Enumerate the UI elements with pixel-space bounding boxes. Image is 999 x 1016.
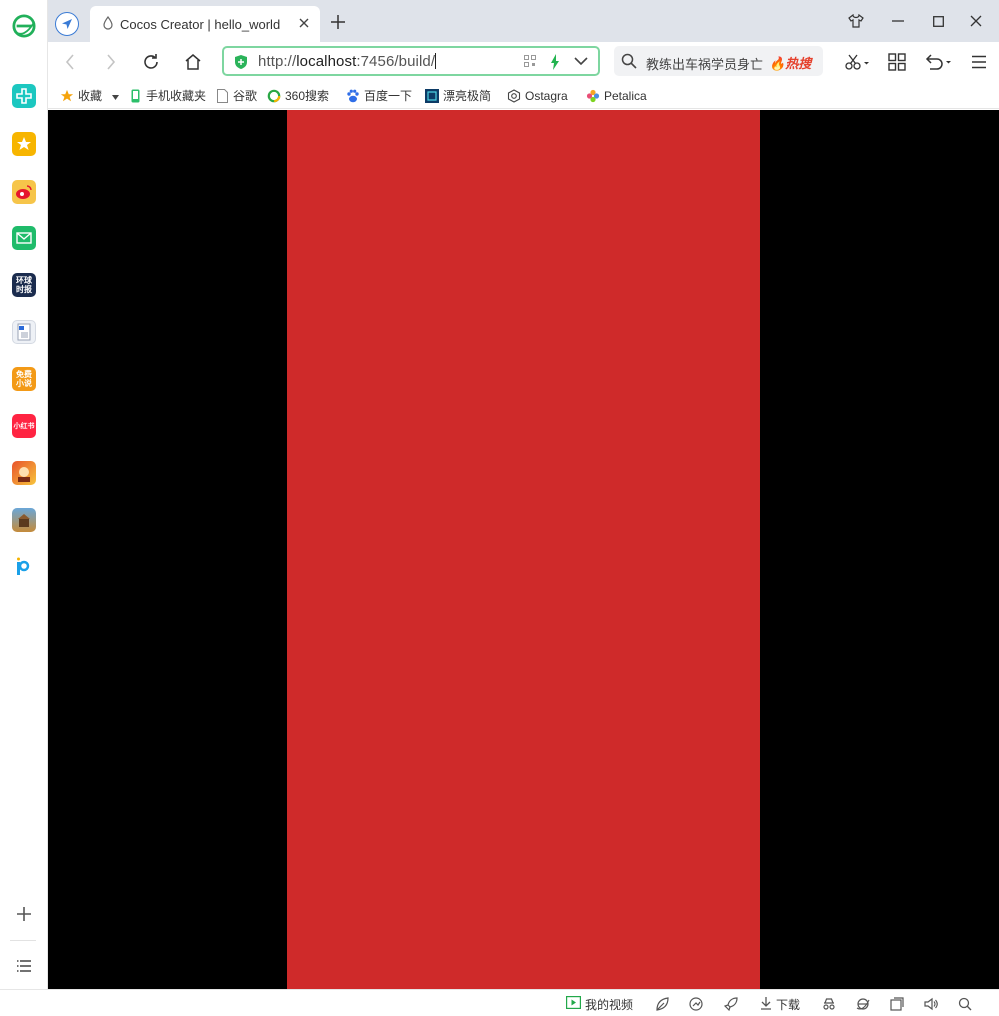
search-suggestion[interactable]: 教练出车祸学员身亡 [646, 54, 763, 73]
camera-icon [507, 88, 521, 103]
bookmark-label: 收藏 [78, 89, 103, 103]
speaker-icon[interactable] [924, 996, 938, 1012]
bookmark-item[interactable]: 谷歌 [215, 87, 257, 104]
download-button[interactable]: 下载 [760, 996, 800, 1012]
flame-icon: 🔥 [769, 56, 786, 71]
bookmark-label: Ostagra [525, 88, 568, 103]
rocket-icon[interactable] [724, 996, 738, 1012]
status-bar: 我的视频 下载 [0, 989, 999, 1016]
url-path: :7456/build/ [356, 53, 436, 70]
address-bar[interactable]: http://localhost:7456/build/ [222, 46, 600, 76]
tab-title: Cocos Creator | hello_world [120, 16, 281, 32]
bookmark-label: 漂亮极简 [443, 89, 492, 103]
bookmark-item[interactable]: 360搜索 [267, 87, 329, 104]
app-icon [425, 88, 439, 103]
side-panel: 环球时报 免费小说 小红书 [0, 0, 48, 989]
favorites-star-icon[interactable] [12, 132, 36, 156]
forward-arrow-icon[interactable] [100, 51, 122, 73]
skin-shirt-icon[interactable] [846, 12, 866, 30]
page-icon [215, 88, 229, 103]
navigation-compass-icon[interactable] [55, 12, 79, 36]
xiaohongshu-label: 小红书 [13, 422, 35, 430]
title-bar: Cocos Creator | hello_world [48, 0, 999, 42]
game-canvas[interactable] [48, 110, 999, 989]
download-icon [760, 996, 772, 1013]
red-panel [287, 110, 760, 989]
bookmark-favorites[interactable]: 收藏 [60, 87, 120, 104]
speed-bolt-icon[interactable] [550, 54, 560, 73]
tab-close-icon[interactable] [296, 15, 312, 31]
health-cross-icon[interactable] [12, 84, 36, 108]
phone-icon [128, 89, 142, 103]
bookmark-label: 360搜索 [285, 89, 330, 103]
word-doc-icon[interactable] [12, 320, 36, 344]
news-app-label: 环球时报 [16, 276, 32, 294]
bookmark-label: Petalica [604, 88, 647, 103]
download-label: 下载 [776, 997, 801, 1012]
mail-icon[interactable] [12, 226, 36, 250]
url-scheme: http:// [258, 53, 297, 70]
flower-icon [586, 89, 600, 103]
bookmark-item[interactable]: 手机收藏夹 [128, 87, 206, 104]
maximize-icon[interactable] [928, 12, 948, 30]
close-window-icon[interactable] [966, 12, 986, 30]
search-icon[interactable] [621, 53, 637, 72]
baidu-paw-icon [346, 89, 360, 103]
xiaohongshu-icon[interactable]: 小红书 [12, 414, 36, 438]
qr-code-icon[interactable] [524, 55, 536, 70]
game-a-icon[interactable] [12, 461, 36, 485]
secure-shield-icon[interactable] [234, 54, 248, 73]
home-icon[interactable] [182, 51, 204, 73]
reload-icon[interactable] [140, 51, 162, 73]
bookmark-item[interactable]: Ostagra [507, 87, 568, 104]
url-host: localhost [296, 53, 357, 70]
app-grid-icon[interactable] [886, 51, 908, 73]
address-url[interactable]: http://localhost:7456/build/ [258, 53, 437, 70]
search-360-icon [267, 89, 281, 103]
bookmark-item[interactable]: 百度一下 [346, 87, 412, 104]
game-b-icon[interactable] [12, 508, 36, 532]
new-tab-icon[interactable] [328, 13, 348, 33]
caret-down-icon[interactable] [112, 89, 120, 103]
news-app-icon[interactable]: 环球时报 [12, 273, 36, 297]
browser-logo-icon[interactable] [12, 14, 36, 38]
toolbar: http://localhost:7456/build/ 教练出车祸学员身亡 🔥… [48, 42, 999, 82]
bookmark-label: 百度一下 [364, 89, 413, 103]
bookmarks-bar: 收藏 手机收藏夹 谷歌 360搜索 百度一下 漂亮极简 Ostagra Peta… [48, 82, 999, 109]
add-sidebar-app-icon[interactable] [14, 904, 34, 924]
zoom-search-icon[interactable] [958, 996, 972, 1012]
chevron-down-icon[interactable] [574, 55, 588, 69]
sidebar-menu-icon[interactable] [14, 956, 34, 976]
pinduoduo-icon[interactable] [12, 555, 36, 579]
bookmark-item[interactable]: Petalica [586, 87, 647, 104]
tab-active[interactable]: Cocos Creator | hello_world [90, 6, 320, 42]
ie-compat-icon[interactable] [856, 996, 870, 1012]
minimize-icon[interactable] [888, 12, 908, 30]
scissors-icon[interactable] [841, 51, 873, 73]
menu-hamburger-icon[interactable] [968, 51, 990, 73]
speed-up-icon[interactable] [689, 996, 703, 1012]
hot-search-badge[interactable]: 🔥热搜 [769, 53, 811, 72]
bookmark-label: 谷歌 [233, 89, 258, 103]
incognito-icon[interactable] [822, 996, 836, 1012]
free-novel-label: 免费小说 [16, 370, 32, 388]
sidebar-divider [10, 940, 36, 941]
search-box[interactable]: 教练出车祸学员身亡 🔥热搜 [614, 46, 823, 76]
free-novel-icon[interactable]: 免费小说 [12, 367, 36, 391]
back-arrow-icon[interactable] [59, 51, 81, 73]
leaf-icon[interactable] [655, 996, 669, 1012]
weibo-icon[interactable] [12, 180, 36, 204]
my-video-label: 我的视频 [585, 997, 634, 1012]
bookmark-label: 手机收藏夹 [146, 89, 207, 103]
star-icon [60, 89, 74, 103]
bookmark-item[interactable]: 漂亮极简 [425, 87, 491, 104]
video-play-icon [566, 996, 582, 1012]
cocos-favicon-icon [102, 15, 114, 33]
window-restore-icon[interactable] [890, 996, 904, 1012]
my-video-button[interactable]: 我的视频 [566, 996, 633, 1012]
hot-label: 热搜 [785, 56, 812, 71]
text-cursor [435, 53, 437, 69]
undo-icon[interactable] [922, 51, 956, 73]
